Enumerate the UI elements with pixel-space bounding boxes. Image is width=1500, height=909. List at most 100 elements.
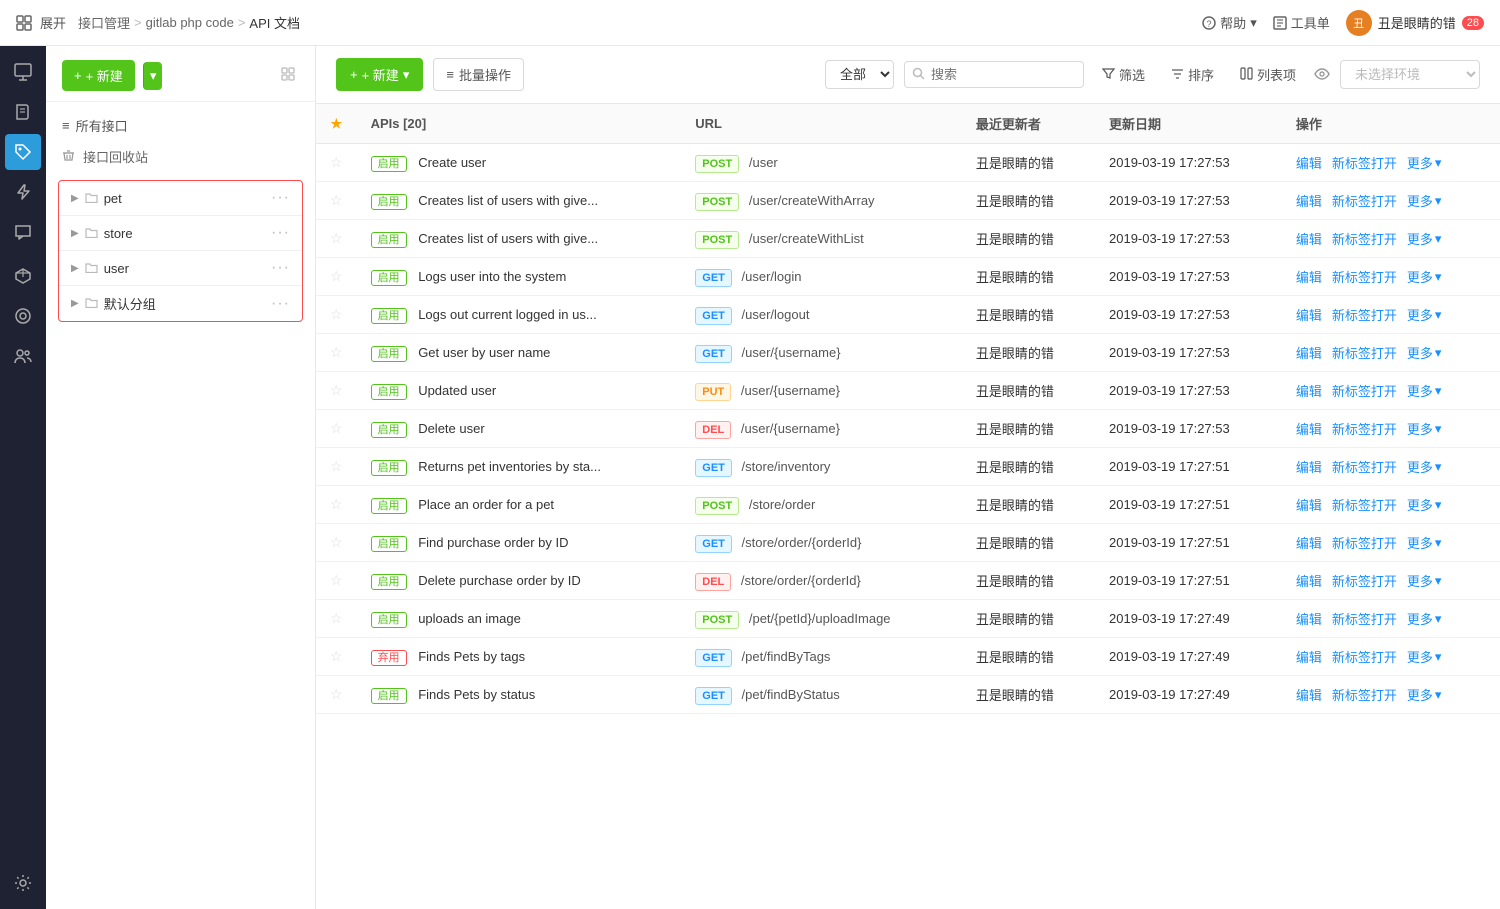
expand-icon[interactable] bbox=[16, 15, 32, 31]
new-tab-link[interactable]: 新标签打开 bbox=[1332, 343, 1397, 362]
edit-link[interactable]: 编辑 bbox=[1296, 191, 1322, 210]
star-icon[interactable]: ☆ bbox=[330, 192, 343, 208]
star-cell[interactable]: ☆ bbox=[316, 258, 357, 296]
star-cell[interactable]: ☆ bbox=[316, 486, 357, 524]
batch-operation-button[interactable]: ≡ 批量操作 bbox=[433, 58, 524, 91]
star-cell[interactable]: ☆ bbox=[316, 296, 357, 334]
edit-link[interactable]: 编辑 bbox=[1296, 685, 1322, 704]
more-dropdown[interactable]: 更多 ▾ bbox=[1407, 457, 1442, 476]
edit-link[interactable]: 编辑 bbox=[1296, 533, 1322, 552]
star-cell[interactable]: ☆ bbox=[316, 334, 357, 372]
new-tab-link[interactable]: 新标签打开 bbox=[1332, 381, 1397, 400]
api-name[interactable]: Creates list of users with give... bbox=[418, 231, 598, 246]
api-name[interactable]: Delete user bbox=[418, 421, 484, 436]
new-tab-link[interactable]: 新标签打开 bbox=[1332, 571, 1397, 590]
new-tab-link[interactable]: 新标签打开 bbox=[1332, 267, 1397, 286]
new-tab-link[interactable]: 新标签打开 bbox=[1332, 153, 1397, 172]
more-dropdown[interactable]: 更多 ▾ bbox=[1407, 533, 1442, 552]
more-dropdown[interactable]: 更多 ▾ bbox=[1407, 191, 1442, 210]
star-cell[interactable]: ☆ bbox=[316, 524, 357, 562]
star-icon[interactable]: ☆ bbox=[330, 154, 343, 170]
sidebar-icon-box[interactable] bbox=[5, 258, 41, 294]
help-button[interactable]: ? 帮助 ▾ bbox=[1202, 13, 1257, 32]
sidebar-icon-lightning[interactable] bbox=[5, 174, 41, 210]
more-dropdown[interactable]: 更多 ▾ bbox=[1407, 229, 1442, 248]
new-tab-link[interactable]: 新标签打开 bbox=[1332, 191, 1397, 210]
star-icon[interactable]: ☆ bbox=[330, 344, 343, 360]
search-input[interactable] bbox=[904, 61, 1084, 88]
api-name[interactable]: Finds Pets by tags bbox=[418, 649, 525, 664]
pet-more-icon[interactable]: ··· bbox=[271, 189, 290, 207]
star-icon[interactable]: ☆ bbox=[330, 686, 343, 702]
user-more-icon[interactable]: ··· bbox=[271, 259, 290, 277]
star-cell[interactable]: ☆ bbox=[316, 372, 357, 410]
star-icon[interactable]: ☆ bbox=[330, 420, 343, 436]
api-name[interactable]: Get user by user name bbox=[418, 345, 550, 360]
star-icon[interactable]: ☆ bbox=[330, 496, 343, 512]
breadcrumb-item-2[interactable]: gitlab php code bbox=[146, 15, 234, 30]
more-dropdown[interactable]: 更多 ▾ bbox=[1407, 381, 1442, 400]
expand-label[interactable]: 展开 bbox=[40, 13, 66, 32]
more-dropdown[interactable]: 更多 ▾ bbox=[1407, 305, 1442, 324]
scope-select[interactable]: 全部 bbox=[825, 60, 894, 89]
api-name[interactable]: Logs user into the system bbox=[418, 269, 566, 284]
sidebar-icon-tag[interactable] bbox=[5, 134, 41, 170]
star-icon[interactable]: ☆ bbox=[330, 534, 343, 550]
tree-new-dropdown-button[interactable]: ▾ bbox=[143, 62, 163, 90]
edit-link[interactable]: 编辑 bbox=[1296, 343, 1322, 362]
star-cell[interactable]: ☆ bbox=[316, 182, 357, 220]
star-cell[interactable]: ☆ bbox=[316, 220, 357, 258]
star-icon[interactable]: ☆ bbox=[330, 268, 343, 284]
visibility-icon[interactable] bbox=[1314, 67, 1330, 83]
star-cell[interactable]: ☆ bbox=[316, 676, 357, 714]
star-cell[interactable]: ☆ bbox=[316, 638, 357, 676]
star-cell[interactable]: ☆ bbox=[316, 410, 357, 448]
new-tab-link[interactable]: 新标签打开 bbox=[1332, 533, 1397, 552]
tree-group-default[interactable]: ▶ 默认分组 ··· bbox=[59, 286, 302, 321]
edit-link[interactable]: 编辑 bbox=[1296, 267, 1322, 286]
more-dropdown[interactable]: 更多 ▾ bbox=[1407, 495, 1442, 514]
sidebar-icon-settings[interactable] bbox=[5, 865, 41, 901]
star-icon[interactable]: ☆ bbox=[330, 610, 343, 626]
content-new-button[interactable]: + + 新建 ▾ bbox=[336, 58, 423, 91]
sidebar-icon-book[interactable] bbox=[5, 94, 41, 130]
api-name[interactable]: uploads an image bbox=[418, 611, 521, 626]
star-icon[interactable]: ☆ bbox=[330, 572, 343, 588]
all-interfaces-item[interactable]: ≡ 所有接口 bbox=[46, 110, 315, 141]
sidebar-icon-monitor[interactable] bbox=[5, 54, 41, 90]
sidebar-icon-team[interactable] bbox=[5, 338, 41, 374]
more-dropdown[interactable]: 更多 ▾ bbox=[1407, 267, 1442, 286]
star-cell[interactable]: ☆ bbox=[316, 144, 357, 182]
more-dropdown[interactable]: 更多 ▾ bbox=[1407, 153, 1442, 172]
api-name[interactable]: Create user bbox=[418, 155, 486, 170]
edit-link[interactable]: 编辑 bbox=[1296, 647, 1322, 666]
star-icon[interactable]: ☆ bbox=[330, 230, 343, 246]
api-name[interactable]: Place an order for a pet bbox=[418, 497, 554, 512]
columns-button[interactable]: 列表项 bbox=[1232, 60, 1304, 89]
new-tab-link[interactable]: 新标签打开 bbox=[1332, 229, 1397, 248]
more-dropdown[interactable]: 更多 ▾ bbox=[1407, 685, 1442, 704]
api-name[interactable]: Delete purchase order by ID bbox=[418, 573, 581, 588]
star-icon[interactable]: ☆ bbox=[330, 382, 343, 398]
user-area[interactable]: 丑 丑是眼睛的错 28 bbox=[1346, 10, 1484, 36]
more-dropdown[interactable]: 更多 ▾ bbox=[1407, 609, 1442, 628]
breadcrumb-item-1[interactable]: 接口管理 bbox=[78, 13, 130, 32]
recycle-bin-item[interactable]: 接口回收站 bbox=[46, 141, 315, 172]
tree-new-button[interactable]: + + 新建 bbox=[62, 60, 135, 91]
star-icon[interactable]: ☆ bbox=[330, 458, 343, 474]
star-cell[interactable]: ☆ bbox=[316, 448, 357, 486]
filter-button[interactable]: 筛选 bbox=[1094, 60, 1153, 89]
new-tab-link[interactable]: 新标签打开 bbox=[1332, 685, 1397, 704]
more-dropdown[interactable]: 更多 ▾ bbox=[1407, 343, 1442, 362]
api-name[interactable]: Find purchase order by ID bbox=[418, 535, 568, 550]
edit-link[interactable]: 编辑 bbox=[1296, 495, 1322, 514]
more-dropdown[interactable]: 更多 ▾ bbox=[1407, 419, 1442, 438]
tree-group-user[interactable]: ▶ user ··· bbox=[59, 251, 302, 286]
api-name[interactable]: Logs out current logged in us... bbox=[418, 307, 597, 322]
star-icon[interactable]: ☆ bbox=[330, 306, 343, 322]
new-tab-link[interactable]: 新标签打开 bbox=[1332, 609, 1397, 628]
edit-link[interactable]: 编辑 bbox=[1296, 381, 1322, 400]
new-tab-link[interactable]: 新标签打开 bbox=[1332, 419, 1397, 438]
edit-link[interactable]: 编辑 bbox=[1296, 571, 1322, 590]
api-name[interactable]: Finds Pets by status bbox=[418, 687, 535, 702]
